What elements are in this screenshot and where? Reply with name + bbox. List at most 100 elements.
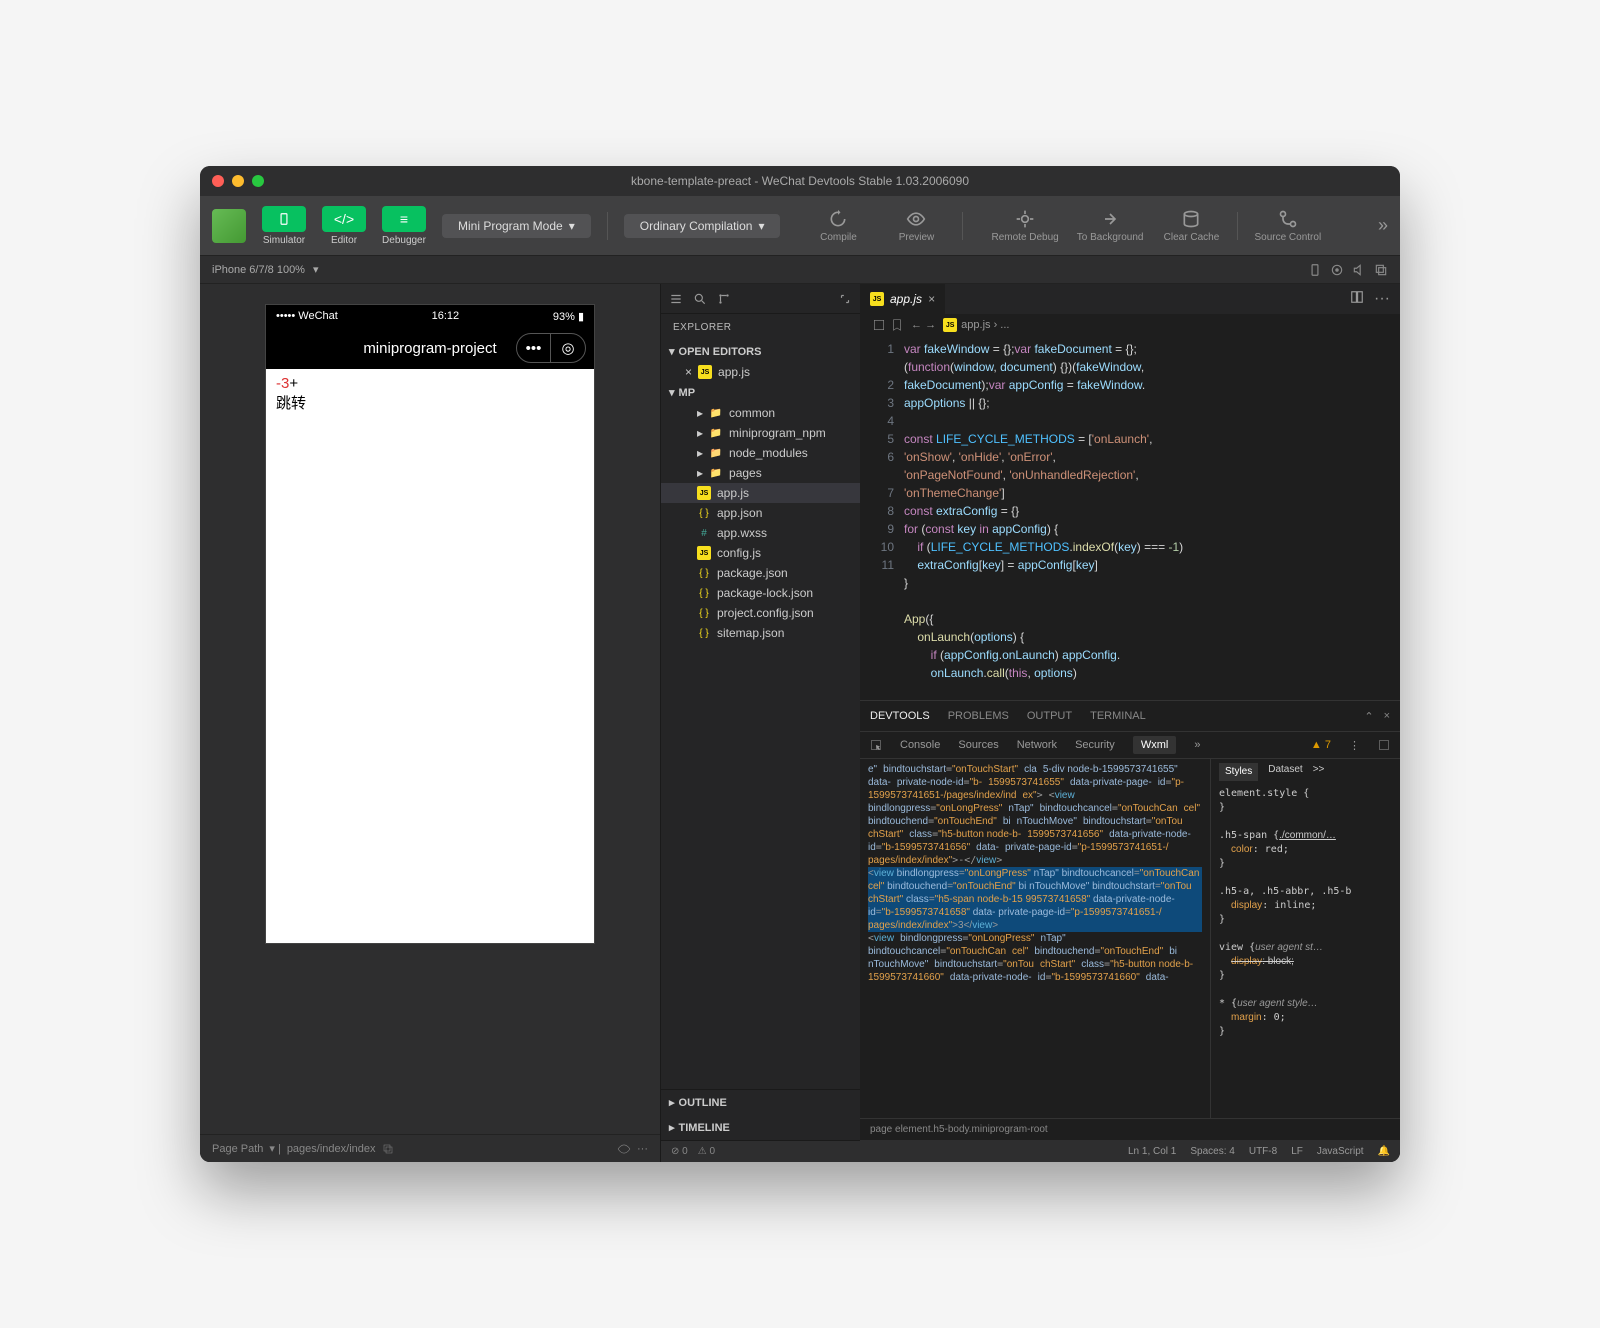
close-icon[interactable]: ×: [1384, 710, 1390, 723]
close-icon[interactable]: [212, 175, 224, 187]
tab-console[interactable]: Console: [900, 739, 940, 751]
copy-icon[interactable]: [382, 1143, 394, 1155]
mp-section[interactable]: ▾ MP: [661, 382, 860, 403]
maximize-icon[interactable]: [252, 175, 264, 187]
open-editors-section[interactable]: ▾ OPEN EDITORS: [661, 341, 860, 362]
tree-item[interactable]: ▸ 📁 node_modules: [661, 443, 860, 463]
encoding[interactable]: UTF-8: [1249, 1146, 1277, 1157]
page-path: pages/index/index: [287, 1143, 376, 1155]
clear-cache-button[interactable]: Clear Cache: [1161, 209, 1221, 243]
outline-section[interactable]: ▸ OUTLINE: [661, 1090, 860, 1115]
device-select[interactable]: iPhone 6/7/8 100%: [212, 264, 305, 276]
avatar[interactable]: [212, 209, 246, 243]
search-icon[interactable]: [693, 292, 707, 306]
tab-terminal[interactable]: TERMINAL: [1090, 710, 1146, 722]
warning-badge[interactable]: ▲ 7: [1311, 739, 1331, 751]
tree-item[interactable]: JS app.js: [661, 483, 860, 503]
more-icon[interactable]: »: [1378, 215, 1388, 236]
copy-icon[interactable]: [1374, 263, 1388, 277]
tab-app-js[interactable]: JS app.js ×: [860, 284, 946, 314]
close-icon[interactable]: ×: [928, 292, 935, 306]
tree-item[interactable]: ▸ 📁 pages: [661, 463, 860, 483]
tab-security[interactable]: Security: [1075, 739, 1115, 751]
devtools-tabs: DEVTOOLS PROBLEMS OUTPUT TERMINAL ⌃ ×: [860, 701, 1400, 731]
close-icon[interactable]: ×: [685, 365, 692, 379]
preview-button[interactable]: Preview: [886, 209, 946, 243]
mute-icon[interactable]: [1352, 263, 1366, 277]
wxml-tree[interactable]: e" bindtouchstart="onTouchStart" cla 5-d…: [860, 759, 1210, 1118]
bell-icon[interactable]: 🔔: [1378, 1146, 1390, 1157]
record-icon[interactable]: [1330, 263, 1344, 277]
compilation-select[interactable]: Ordinary Compilation ▾: [624, 214, 781, 238]
tab-styles[interactable]: Styles: [1219, 763, 1258, 781]
tab-dataset[interactable]: Dataset: [1268, 763, 1302, 781]
main-toolbar: Simulator </> Editor ≡ Debugger Mini Pro…: [200, 196, 1400, 256]
battery: 93% ▮: [553, 310, 584, 323]
minimize-icon[interactable]: [232, 175, 244, 187]
jump-text[interactable]: 跳转: [276, 392, 584, 413]
code-editor[interactable]: 1234567891011 var fakeWindow = {};var fa…: [860, 336, 1400, 700]
chevron-up-icon[interactable]: ⌃: [1364, 710, 1373, 723]
phone-body[interactable]: -3+ 跳转: [266, 369, 594, 943]
timeline-section[interactable]: ▸ TIMELINE: [661, 1115, 860, 1140]
tab-more[interactable]: >>: [1313, 763, 1325, 781]
eol[interactable]: LF: [1291, 1146, 1303, 1157]
branch-icon[interactable]: [717, 292, 731, 306]
background-button[interactable]: To Background: [1077, 209, 1144, 243]
indent[interactable]: Spaces: 4: [1190, 1146, 1234, 1157]
tree-item[interactable]: ▸ 📁 miniprogram_npm: [661, 423, 860, 443]
tree-item[interactable]: { } sitemap.json: [661, 623, 860, 643]
tree-item[interactable]: # app.wxss: [661, 523, 860, 543]
label[interactable]: Page Path: [212, 1143, 263, 1155]
capsule-button[interactable]: •••◎: [516, 333, 586, 363]
editor-column: JS app.js × ··· ← → JS app.js › ... 1234…: [860, 284, 1400, 1162]
tree-item[interactable]: ▸ 📁 common: [661, 403, 860, 423]
source[interactable]: var fakeWindow = {};var fakeDocument = {…: [904, 336, 1400, 700]
kebab-icon[interactable]: ⋮: [1349, 739, 1360, 752]
inspect-icon[interactable]: [870, 739, 882, 751]
language[interactable]: JavaScript: [1317, 1146, 1364, 1157]
editor-button[interactable]: </> Editor: [322, 206, 366, 246]
more-icon[interactable]: ···: [1374, 290, 1390, 308]
bookmark-icon[interactable]: [890, 318, 904, 332]
tree-item[interactable]: { } app.json: [661, 503, 860, 523]
app-window: kbone-template-preact - WeChat Devtools …: [200, 166, 1400, 1162]
tree-item[interactable]: JS config.js: [661, 543, 860, 563]
remote-debug-button[interactable]: Remote Debug: [991, 209, 1058, 243]
traffic-lights: [212, 175, 264, 187]
carrier: ••••• WeChat: [276, 310, 338, 322]
split-icon[interactable]: [1350, 290, 1364, 304]
tree-item[interactable]: { } package-lock.json: [661, 583, 860, 603]
cursor-pos[interactable]: Ln 1, Col 1: [1128, 1146, 1176, 1157]
simulator-button[interactable]: Simulator: [262, 206, 306, 246]
tab-devtools[interactable]: DEVTOOLS: [870, 710, 930, 722]
source-control-button[interactable]: Source Control: [1254, 209, 1321, 243]
mode-select[interactable]: Mini Program Mode ▾: [442, 214, 591, 238]
breadcrumb[interactable]: ← → JS app.js › ...: [860, 314, 1400, 336]
book-icon[interactable]: [872, 318, 886, 332]
styles-panel[interactable]: Styles Dataset >> element.style {} .h5-s…: [1210, 759, 1400, 1118]
expand-icon[interactable]: [838, 292, 852, 306]
sidebar-top: [661, 284, 860, 314]
compile-button[interactable]: Compile: [808, 209, 868, 243]
list-icon[interactable]: [669, 292, 683, 306]
label: Debugger: [382, 235, 426, 246]
open-editor-item[interactable]: × JS app.js: [661, 362, 860, 382]
tree-item[interactable]: { } package.json: [661, 563, 860, 583]
tab-network[interactable]: Network: [1017, 739, 1057, 751]
tree-item[interactable]: { } project.config.json: [661, 603, 860, 623]
dock-icon[interactable]: [1378, 739, 1390, 751]
warn-count[interactable]: ⚠ 0: [698, 1146, 715, 1157]
error-count[interactable]: ⊘ 0: [671, 1146, 688, 1157]
tab-problems[interactable]: PROBLEMS: [948, 710, 1009, 722]
tab-wxml[interactable]: Wxml: [1133, 736, 1177, 754]
tab-sources[interactable]: Sources: [958, 739, 998, 751]
more-icon[interactable]: »: [1194, 739, 1200, 751]
debugger-button[interactable]: ≡ Debugger: [382, 206, 426, 246]
more-icon[interactable]: ···: [637, 1143, 648, 1155]
phone-frame: ••••• WeChat 16:12 93% ▮ miniprogram-pro…: [265, 304, 595, 944]
tab-output[interactable]: OUTPUT: [1027, 710, 1072, 722]
crumb-text[interactable]: page element.h5-body.miniprogram-root: [870, 1124, 1048, 1135]
rotate-icon[interactable]: [1308, 263, 1322, 277]
eye-icon[interactable]: [617, 1142, 631, 1156]
